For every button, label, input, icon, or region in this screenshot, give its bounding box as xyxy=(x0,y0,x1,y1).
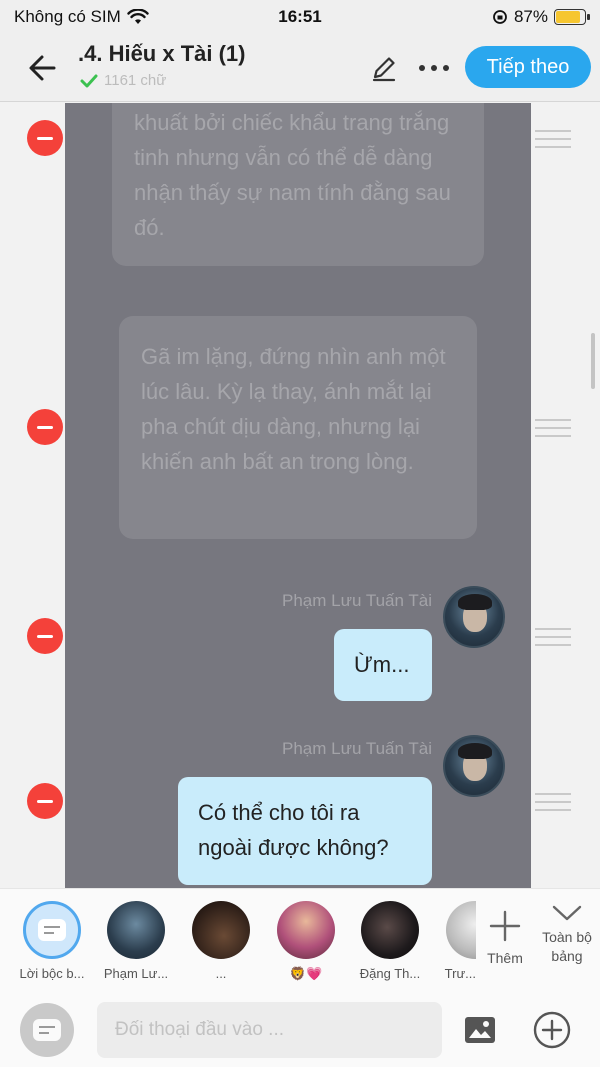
word-count-label: 1161 chữ xyxy=(104,72,167,89)
character-avatar xyxy=(446,901,476,959)
character-item[interactable]: ... xyxy=(186,901,256,981)
narrator-avatar xyxy=(23,901,81,959)
story-content[interactable]: khuất bởi chiếc khẩu trang trắng tinh nh… xyxy=(0,103,600,888)
character-label: Phạm Lư... xyxy=(103,966,169,981)
wifi-icon xyxy=(127,9,149,24)
narration-bubble[interactable]: khuất bởi chiếc khẩu trang trắng tinh nh… xyxy=(112,103,484,266)
character-label: Lời bộc b... xyxy=(19,966,85,981)
delete-message-button[interactable] xyxy=(27,618,63,654)
character-avatar xyxy=(277,901,335,959)
delete-message-button[interactable] xyxy=(27,409,63,445)
editor-header: .4. Hiếu x Tài (1) 1161 chữ Tiếp theo xyxy=(0,34,600,102)
drag-handle[interactable] xyxy=(535,793,571,811)
scrollbar[interactable] xyxy=(591,333,595,389)
chat-icon xyxy=(33,1019,61,1041)
character-label: ... xyxy=(215,966,227,981)
check-icon xyxy=(80,74,98,87)
delete-message-button[interactable] xyxy=(27,783,63,819)
dialog-bubble[interactable]: Ừm... xyxy=(334,629,432,701)
input-bar xyxy=(0,988,600,1067)
chapter-title: .4. Hiếu x Tài (1) xyxy=(78,41,246,66)
dot xyxy=(419,65,425,71)
dialog-input[interactable] xyxy=(97,1002,442,1058)
character-item[interactable]: 🦁💗 xyxy=(271,901,341,982)
drag-handle[interactable] xyxy=(535,130,571,148)
dialog-bubble[interactable]: Có thể cho tôi ra ngoài được không? xyxy=(178,777,432,885)
speaker-avatar xyxy=(443,735,505,797)
character-avatar xyxy=(107,901,165,959)
battery-percent: 87% xyxy=(513,7,548,26)
add-character-label: Thêm xyxy=(487,950,523,966)
carrier-label: Không có SIM xyxy=(14,7,121,26)
character-avatar xyxy=(361,901,419,959)
character-item[interactable]: Đặng Th... xyxy=(355,901,425,981)
delete-message-button[interactable] xyxy=(27,120,63,156)
status-bar: Không có SIM 16:51 87% xyxy=(0,0,600,34)
character-bar: Lời bộc b... Phạm Lư... ... 🦁💗 Đặng Th..… xyxy=(0,888,600,988)
status-left: Không có SIM xyxy=(14,7,149,27)
character-avatar xyxy=(192,901,250,959)
speaker-name: Phạm Lưu Tuấn Tài xyxy=(282,739,432,758)
drag-handle[interactable] xyxy=(535,628,571,646)
chevron-down-icon xyxy=(552,905,582,921)
narration-mode-button[interactable] xyxy=(20,1003,74,1057)
more-options-button[interactable] xyxy=(414,52,454,84)
drag-handle[interactable] xyxy=(535,419,571,437)
pencil-icon[interactable] xyxy=(368,52,400,84)
image-icon[interactable] xyxy=(462,1012,498,1048)
character-narrator[interactable]: Lời bộc b... xyxy=(17,901,87,981)
all-characters-button[interactable]: Toàn bộ bảng xyxy=(534,903,600,966)
back-arrow-icon[interactable] xyxy=(24,48,64,88)
dot xyxy=(431,65,437,71)
character-label: 🦁💗 xyxy=(289,966,323,981)
status-right: 87% xyxy=(492,7,590,27)
dot xyxy=(443,65,449,71)
plus-icon xyxy=(489,910,521,942)
battery-level xyxy=(556,11,581,23)
all-characters-label: Toàn bộ bảng xyxy=(542,929,592,964)
battery-icon xyxy=(554,9,590,25)
character-label: Đặng Th... xyxy=(359,966,421,981)
character-item[interactable]: Phạm Lư... xyxy=(101,901,171,981)
speaker-name: Phạm Lưu Tuấn Tài xyxy=(282,591,432,610)
narration-bubble[interactable]: Gã im lặng, đứng nhìn anh một lúc lâu. K… xyxy=(119,316,477,539)
character-label: Trư... xyxy=(444,966,476,981)
add-circle-icon[interactable] xyxy=(532,1010,572,1050)
orientation-lock-icon xyxy=(493,10,507,24)
add-character-button[interactable]: Thêm xyxy=(478,909,532,966)
speaker-avatar xyxy=(443,586,505,648)
next-button[interactable]: Tiếp theo xyxy=(465,46,591,88)
word-count: 1161 chữ xyxy=(80,72,166,89)
character-item[interactable]: Trư... xyxy=(430,901,476,981)
chat-icon xyxy=(38,919,66,941)
